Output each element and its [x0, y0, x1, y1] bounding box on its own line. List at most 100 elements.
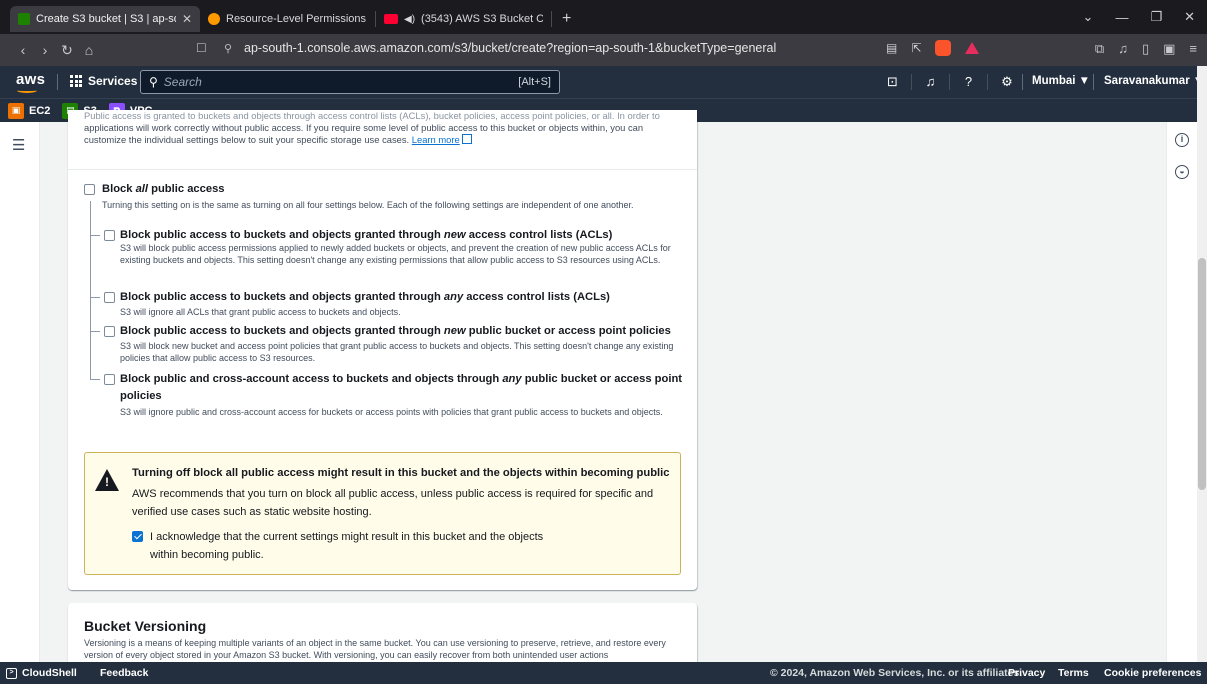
block-new-acls-option: Block public access to buckets and objec… — [104, 229, 679, 284]
bucket-versioning-description: Versioning is a means of keeping multipl… — [84, 638, 666, 660]
bucket-versioning-heading: Bucket Versioning — [84, 618, 207, 634]
ec2-icon: ▣ — [8, 102, 24, 119]
new-tab-button[interactable]: + — [552, 10, 581, 28]
learn-more-link[interactable]: Learn more — [412, 134, 460, 145]
aws-smile-icon — [17, 88, 37, 93]
home-icon[interactable]: ⌂ — [78, 42, 100, 58]
block-new-policies-checkbox[interactable] — [104, 326, 115, 337]
address-bar-actions: ▤ ⇱ — [886, 40, 980, 56]
search-input[interactable] — [163, 75, 519, 89]
option-title: Block public and cross-account access to… — [120, 373, 683, 385]
search-box: ⚲ [Alt+S] — [140, 70, 560, 94]
block-any-policies-checkbox[interactable] — [104, 374, 115, 385]
option-description: S3 will block new bucket and access poin… — [120, 341, 674, 363]
intro-cut-line: Public access is granted to buckets and … — [84, 110, 660, 121]
tab-resource-level-permissions[interactable]: Resource-Level Permissions for EC2 — [200, 6, 375, 32]
window-controls: ⌄ — ❐ ✕ — [1083, 0, 1207, 34]
divider — [1022, 74, 1023, 90]
tab-list-chevron-icon[interactable]: ⌄ — [1083, 9, 1094, 25]
bookmark-icon[interactable]: ☐ — [196, 41, 207, 55]
option-title: Block public access to buckets and objec… — [120, 229, 613, 241]
services-label: Services — [88, 74, 138, 88]
warning-title: Turning off block all public access migh… — [132, 467, 670, 479]
extensions-icon[interactable]: ⧉ — [1095, 41, 1104, 57]
option-title-continued: policies — [120, 390, 162, 402]
tree-connector-line — [90, 235, 100, 236]
help-icon[interactable]: ? — [950, 74, 988, 90]
tree-connector-line — [90, 297, 100, 298]
info-icon[interactable]: i — [1175, 133, 1189, 147]
acknowledge-checkbox[interactable] — [132, 531, 143, 542]
forward-icon[interactable]: › — [34, 42, 56, 58]
share-icon[interactable]: ⇱ — [911, 41, 921, 55]
feedback-icon[interactable]: ◒ — [1175, 165, 1189, 179]
sidebar-icon[interactable]: ▯ — [1142, 41, 1149, 57]
notifications-bell-icon[interactable]: ♫ — [912, 74, 950, 90]
wallet-icon[interactable]: ▣ — [1163, 41, 1175, 57]
aws-logo-text: aws — [16, 71, 46, 88]
tab-title: Create S3 bucket | S3 | ap-south- — [36, 13, 176, 25]
cloudshell-label: CloudShell — [22, 667, 77, 679]
block-public-access-card: Public access is granted to buckets and … — [68, 110, 697, 590]
scrollbar-thumb[interactable] — [1198, 258, 1206, 490]
option-description: S3 will block public access permissions … — [120, 243, 671, 265]
site-settings-icon[interactable]: ⚲ — [224, 42, 232, 55]
tab-title: (3543) AWS S3 Bucket Cross Reg — [421, 13, 543, 25]
public-access-warning-alert: Turning off block all public access migh… — [84, 452, 681, 575]
menu-icon[interactable]: ≡ — [1189, 41, 1197, 57]
brave-rewards-icon[interactable] — [965, 42, 980, 54]
close-tab-icon[interactable]: ✕ — [182, 12, 192, 26]
option-title: Block all public access — [102, 183, 225, 195]
back-icon[interactable]: ‹ — [12, 42, 34, 58]
terms-link[interactable]: Terms — [1058, 667, 1089, 679]
region-selector[interactable]: Mumbai ▼ — [1032, 75, 1090, 87]
reload-icon[interactable]: ↻ — [56, 42, 78, 59]
privacy-link[interactable]: Privacy — [1008, 667, 1045, 679]
services-menu-button[interactable]: Services — [70, 74, 137, 88]
browser-tab-bar: Create S3 bucket | S3 | ap-south- ✕ Reso… — [0, 0, 1207, 34]
block-new-acls-checkbox[interactable] — [104, 230, 115, 241]
aws-logo[interactable]: aws — [16, 71, 46, 93]
option-description: S3 will ignore all ACLs that grant publi… — [120, 307, 401, 317]
intro-line: applications will work correctly without… — [84, 122, 644, 133]
reader-mode-icon[interactable]: ▤ — [886, 41, 897, 55]
restore-icon[interactable]: ❐ — [1150, 9, 1162, 25]
cloudshell-button[interactable]: > CloudShell — [6, 667, 77, 679]
block-any-acls-option: Block public access to buckets and objec… — [104, 291, 679, 321]
aws-top-nav: aws Services ⚲ [Alt+S] ⊡ ♫ ? ⚙ Mumbai ▼ … — [0, 66, 1207, 98]
cloudshell-icon[interactable]: ⊡ — [874, 74, 912, 90]
favorite-label: EC2 — [29, 104, 51, 117]
account-menu[interactable]: Saravanakumar ▼ — [1104, 75, 1204, 87]
close-window-icon[interactable]: ✕ — [1184, 9, 1195, 25]
right-utility-rail: i ◒ — [1166, 122, 1197, 662]
cloudshell-icon: > — [6, 667, 17, 679]
url-field[interactable]: ap-south-1.console.aws.amazon.com/s3/buc… — [244, 41, 776, 55]
divider — [1093, 74, 1094, 90]
block-any-acls-checkbox[interactable] — [104, 292, 115, 303]
tab-title: Resource-Level Permissions for EC2 — [226, 13, 367, 25]
s3-favicon-icon — [18, 13, 30, 25]
external-link-icon — [461, 134, 472, 144]
acknowledge-label: I acknowledge that the current settings … — [150, 531, 544, 561]
brave-shields-icon[interactable] — [935, 40, 952, 56]
tree-connector-line — [90, 379, 100, 380]
divider — [57, 74, 58, 90]
divider — [68, 169, 697, 170]
cookie-preferences-link[interactable]: Cookie preferences — [1104, 667, 1201, 679]
block-any-policies-option: Block public and cross-account access to… — [104, 373, 683, 433]
hamburger-menu-icon[interactable]: ☰ — [12, 136, 25, 154]
feedback-link[interactable]: Feedback — [100, 667, 148, 679]
settings-gear-icon[interactable]: ⚙ — [988, 74, 1026, 90]
copyright-text: © 2024, Amazon Web Services, Inc. or its… — [770, 667, 1023, 679]
tab-create-s3-bucket[interactable]: Create S3 bucket | S3 | ap-south- ✕ — [10, 6, 200, 32]
aws-docs-favicon-icon — [208, 13, 220, 25]
tab-youtube-video[interactable]: ◀) (3543) AWS S3 Bucket Cross Reg — [376, 6, 551, 32]
youtube-favicon-icon — [384, 14, 398, 24]
intro-line: customize the individual settings below … — [84, 134, 684, 146]
page-scrollbar[interactable] — [1197, 66, 1207, 662]
minimize-icon[interactable]: — — [1115, 10, 1128, 25]
block-all-public-access-checkbox[interactable] — [84, 184, 95, 195]
media-icon[interactable]: ♫ — [1118, 41, 1128, 57]
favorite-ec2[interactable]: ▣ EC2 — [8, 102, 51, 119]
speaker-icon[interactable]: ◀) — [404, 14, 415, 25]
